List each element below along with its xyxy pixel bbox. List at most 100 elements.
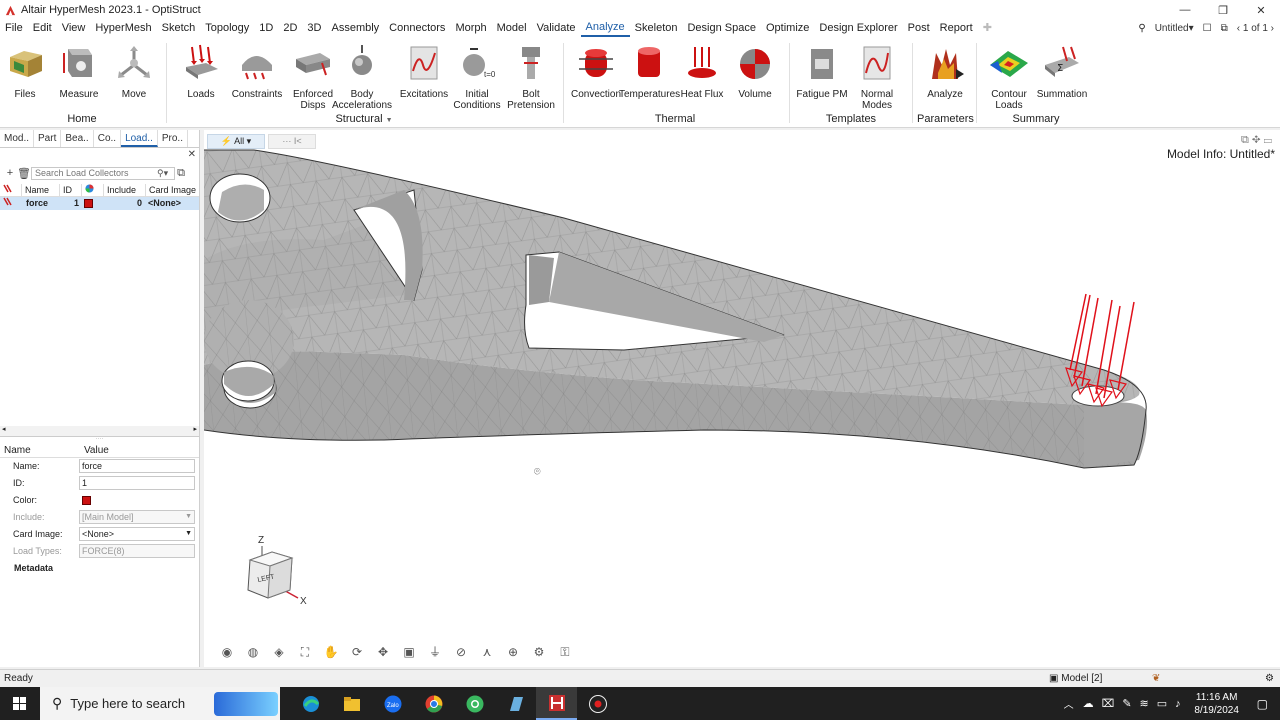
heat-flux-tool[interactable]: Heat Flux (672, 43, 732, 100)
search-load-collectors-input[interactable] (31, 166, 175, 180)
menu-connectors[interactable]: Connectors (384, 20, 450, 37)
eye-view-icon[interactable]: ◉ (218, 643, 236, 661)
menu-model[interactable]: Model (492, 20, 532, 37)
loads-tool[interactable]: Loads (171, 43, 231, 100)
chrome-alt-icon[interactable] (454, 687, 495, 720)
tray-expand-icon[interactable]: ︿ (1059, 696, 1079, 711)
chrome-icon[interactable] (413, 687, 454, 720)
menu-2d[interactable]: 2D (278, 20, 302, 37)
files-tool[interactable]: Files (0, 43, 55, 100)
excitations-tool[interactable]: Excitations (394, 43, 454, 100)
col-include[interactable]: Include (104, 184, 146, 196)
menu-report[interactable]: Report (935, 20, 978, 37)
tab-component[interactable]: Co.. (94, 130, 122, 147)
view-cube[interactable]: Z X LEFT (242, 530, 322, 610)
body-accelerations-tool[interactable]: Body Accelerations (332, 43, 392, 111)
tab-property[interactable]: Pro.. (158, 130, 188, 147)
volume-tool[interactable]: Volume (725, 43, 785, 100)
start-button[interactable] (0, 687, 40, 720)
name-field[interactable]: force (79, 459, 195, 473)
col-id[interactable]: ID (60, 184, 82, 196)
search-icon[interactable]: ⚲ (1138, 23, 1145, 34)
volume-icon[interactable]: ♪ (1171, 698, 1185, 710)
menu-hypermesh[interactable]: HyperMesh (90, 20, 156, 37)
initial-conditions-tool[interactable]: t=0 Initial Conditions (447, 43, 507, 111)
sphere-icon[interactable]: ◍ (244, 643, 262, 661)
force-arrows[interactable] (1054, 290, 1144, 410)
pan-icon[interactable]: ✋ (322, 643, 340, 661)
menu-validate[interactable]: Validate (532, 20, 581, 37)
clock[interactable]: 11:16 AM 8/19/2024 (1185, 691, 1249, 717)
menu-3d[interactable]: 3D (302, 20, 326, 37)
page-nav-icon[interactable]: ⧉ (1221, 23, 1228, 34)
menu-view[interactable]: View (57, 20, 91, 37)
window-mode-icon[interactable]: ☐ (1203, 23, 1212, 34)
notifications-icon[interactable]: ▢ (1249, 697, 1280, 711)
structural-group-label[interactable]: Structural ▼ (330, 113, 398, 125)
fatigue-pm-tool[interactable]: Fatigue PM (792, 43, 852, 100)
menu-skeleton[interactable]: Skeleton (630, 20, 683, 37)
add-icon[interactable]: + (3, 167, 17, 179)
delete-icon[interactable]: 🗑 (17, 167, 31, 180)
color-wheel-icon[interactable] (82, 184, 104, 196)
tab-part[interactable]: Part (34, 130, 62, 147)
menu-1d[interactable]: 1D (254, 20, 278, 37)
menu-morph[interactable]: Morph (450, 20, 491, 37)
lock-icon[interactable]: ⚿ (556, 643, 574, 661)
menu-design-space[interactable]: Design Space (682, 20, 761, 37)
constraints-tool[interactable]: Constraints (227, 43, 287, 100)
spin-icon[interactable]: ⚙ (530, 643, 548, 661)
wifi-icon[interactable]: ≋ (1136, 697, 1153, 710)
horizontal-scrollbar[interactable]: ◂ ▸ (0, 426, 199, 436)
panel-close-icon[interactable]: ✕ (188, 149, 196, 160)
add-ribbon-icon[interactable]: ✚ (978, 20, 997, 37)
row-color-swatch[interactable] (82, 197, 104, 210)
menu-file[interactable]: File (0, 20, 28, 37)
analyze-tool[interactable]: Analyze (915, 43, 975, 100)
color-swatch[interactable] (82, 496, 91, 505)
bolt-pretension-tool[interactable]: Bolt Pretension (501, 43, 561, 111)
clip-icon[interactable]: ⏚ (426, 643, 444, 661)
menu-analyze[interactable]: Analyze (580, 20, 630, 37)
splitter-handle[interactable]: ···· (0, 436, 199, 442)
recorder-icon[interactable] (577, 687, 618, 720)
temperatures-tool[interactable]: Temperatures (619, 43, 680, 100)
tab-model[interactable]: Mod.. (0, 130, 35, 147)
tab-load-collectors[interactable]: Load.. (121, 130, 158, 147)
move-tool[interactable]: Move (104, 43, 164, 100)
fit-view-icon[interactable]: ⛶ (296, 643, 314, 661)
hypermesh-taskbar-icon[interactable] (536, 687, 577, 720)
model-indicator[interactable]: ▣ Model [2] (1049, 670, 1102, 687)
rotate-icon[interactable]: ⟳ (348, 643, 366, 661)
battery-icon[interactable]: ▭ (1153, 697, 1171, 710)
taskbar-search[interactable]: ⚲ Type here to search (40, 687, 280, 720)
minimize-button[interactable]: — (1166, 0, 1204, 20)
color-mode-icon[interactable]: ⊘ (452, 643, 470, 661)
col-name[interactable]: Name (22, 184, 60, 196)
file-explorer-icon[interactable] (331, 687, 372, 720)
axis-icon[interactable]: ⋏ (478, 643, 496, 661)
convection-tool[interactable]: Convection (566, 43, 626, 100)
measure-tool[interactable]: Measure (49, 43, 109, 100)
app-icon[interactable] (495, 687, 536, 720)
search-icon[interactable]: ⚲▾ (157, 168, 168, 179)
usb-icon[interactable]: ⌧ (1098, 697, 1119, 710)
zoom-icon[interactable]: ✥ (374, 643, 392, 661)
menu-assembly[interactable]: Assembly (326, 20, 384, 37)
menu-sketch[interactable]: Sketch (157, 20, 201, 37)
section-icon[interactable]: ▣ (400, 643, 418, 661)
menu-edit[interactable]: Edit (28, 20, 57, 37)
contour-loads-tool[interactable]: Contour Loads (979, 43, 1039, 111)
graphics-viewport[interactable]: ⚡ All ▾ ··· I< ⧉ ✥ ▭ Model Info: Untitle… (204, 130, 1280, 667)
restore-button[interactable]: ❐ (1204, 0, 1242, 20)
session-dropdown[interactable]: Untitled▾ (1155, 23, 1194, 34)
card-image-select[interactable]: <None> ▼ (79, 527, 195, 541)
settings-icon[interactable]: ⚙ (1265, 670, 1274, 687)
edge-icon[interactable] (290, 687, 331, 720)
table-row[interactable]: force 1 0 <None> (0, 197, 199, 210)
normal-modes-tool[interactable]: Normal Modes (847, 43, 907, 111)
menu-design-explorer[interactable]: Design Explorer (814, 20, 902, 37)
id-field[interactable]: 1 (79, 476, 195, 490)
cloud-icon[interactable]: ☁ (1079, 697, 1098, 710)
menu-post[interactable]: Post (903, 20, 935, 37)
